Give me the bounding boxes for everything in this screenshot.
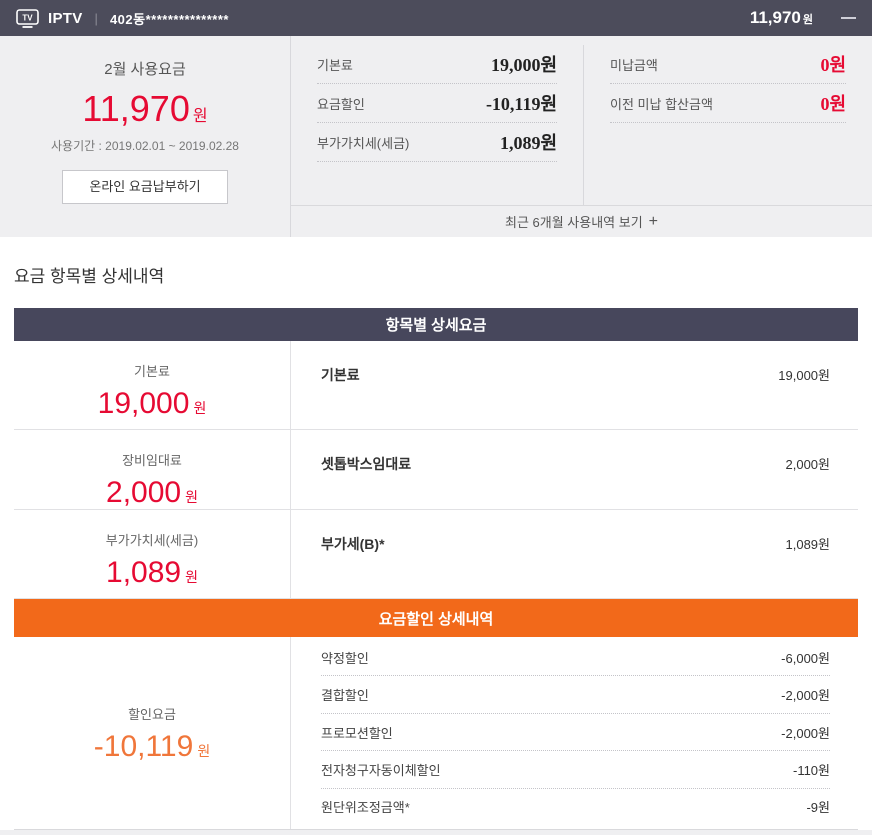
charge-amount-value: 2,000 <box>106 476 181 509</box>
discount-items-list: 약정할인 -6,000원 결합할인 -2,000원 프로모션할인 -2,000원… <box>290 637 858 829</box>
charge-amount-currency: 원 <box>193 400 206 416</box>
bill-detail-section: 요금 항목별 상세내역 항목별 상세요금 기본료 19,000원 기본료 19,… <box>0 237 872 830</box>
usage-summary-band: 2월 사용요금 11,970원 사용기간 : 2019.02.01 ~ 2019… <box>0 36 872 237</box>
plus-icon: + <box>649 214 658 230</box>
summary-row-label: 기본료 <box>317 55 353 74</box>
charge-category-cell: 부가가치세(세금) 1,089원 <box>14 510 290 598</box>
unpaid-summary-column: 미납금액 0원 이전 미납 합산금액 0원 <box>583 45 872 205</box>
summary-row: 이전 미납 합산금액 0원 <box>610 84 846 123</box>
discount-item-value: -110원 <box>793 760 830 779</box>
summary-row-label: 부가가치세(세금) <box>317 133 409 152</box>
monthly-total-panel: 2월 사용요금 11,970원 사용기간 : 2019.02.01 ~ 2019… <box>0 36 290 237</box>
monthly-amount-value: 11,970 <box>82 88 189 129</box>
charge-category-cell: 기본료 19,000원 <box>14 341 290 429</box>
table-row: 기본료 19,000원 기본료 19,000원 <box>14 341 858 430</box>
charge-category-label: 부가가치세(세금) <box>106 530 198 549</box>
topbar-divider: | <box>95 11 98 26</box>
charge-category-label: 기본료 <box>134 361 170 380</box>
account-number: 402동*************** <box>110 9 229 28</box>
discount-summary-label: 할인요금 <box>128 704 176 723</box>
topbar-total-currency: 원 <box>803 14 813 26</box>
summary-row-value: 1,089원 <box>500 129 557 155</box>
discount-item-name: 프로모션할인 <box>321 723 393 742</box>
summary-row: 부가가치세(세금) 1,089원 <box>317 123 557 162</box>
summary-row-label: 미납금액 <box>610 55 658 74</box>
topbar-total-amount: 11,970 <box>750 8 801 27</box>
collapse-minus-icon[interactable] <box>841 17 856 19</box>
charge-amount-currency: 원 <box>185 489 198 505</box>
discount-detail-header: 요금할인 상세내역 <box>14 599 858 637</box>
charge-item-cell: 셋톱박스임대료 2,000원 <box>290 430 858 509</box>
usage-period: 사용기간 : 2019.02.01 ~ 2019.02.28 <box>51 137 239 154</box>
iptv-bill-page: TV IPTV | 402동*************** 11,970원 2월… <box>0 0 872 835</box>
list-item: 약정할인 -6,000원 <box>321 639 830 676</box>
list-item: 원단위조정금액* -9원 <box>321 789 830 825</box>
summary-row: 미납금액 0원 <box>610 45 846 84</box>
table-row: 장비임대료 2,000원 셋톱박스임대료 2,000원 <box>14 430 858 510</box>
charge-amount-value: 1,089 <box>106 556 181 589</box>
tv-icon: TV <box>16 9 39 28</box>
charge-item-value: 19,000원 <box>778 365 830 384</box>
summary-columns: 기본료 19,000원 요금할인 -10,119원 부가가치세(세금) 1,08… <box>291 36 872 205</box>
monthly-amount-currency: 원 <box>193 108 208 125</box>
discount-item-name: 전자청구자동이체할인 <box>321 760 441 779</box>
month-title: 2월 사용요금 <box>104 58 186 79</box>
charge-category-amount: 19,000원 <box>98 389 207 419</box>
charge-detail-header: 항목별 상세요금 <box>14 308 858 341</box>
list-item: 결합할인 -2,000원 <box>321 676 830 713</box>
section-title: 요금 항목별 상세내역 <box>14 265 858 289</box>
discount-summary-cell: 할인요금 -10,119원 <box>14 637 290 829</box>
discount-item-value: -2,000원 <box>781 723 830 742</box>
list-item: 프로모션할인 -2,000원 <box>321 714 830 751</box>
charge-item-name: 셋톱박스임대료 <box>321 454 411 474</box>
charge-item-value: 1,089원 <box>786 534 831 553</box>
discount-item-value: -2,000원 <box>781 685 830 704</box>
summary-detail-panel: 기본료 19,000원 요금할인 -10,119원 부가가치세(세금) 1,08… <box>290 36 872 237</box>
history-link-label: 최근 6개월 사용내역 보기 <box>505 212 643 231</box>
monthly-amount: 11,970원 <box>82 89 207 129</box>
table-row: 부가가치세(세금) 1,089원 부가세(B)* 1,089원 <box>14 510 858 599</box>
history-link[interactable]: 최근 6개월 사용내역 보기 + <box>291 205 872 237</box>
topbar-total-group: 11,970원 <box>750 8 856 28</box>
service-label: IPTV <box>48 10 83 27</box>
online-pay-button[interactable]: 온라인 요금납부하기 <box>62 170 227 204</box>
list-item: 전자청구자동이체할인 -110원 <box>321 751 830 788</box>
summary-row-value: 0원 <box>820 90 846 116</box>
charge-amount-currency: 원 <box>185 569 198 585</box>
summary-row-value: -10,119원 <box>486 90 557 116</box>
charge-item-value: 2,000원 <box>786 454 831 473</box>
discount-summary-amount: -10,119원 <box>94 732 210 762</box>
discount-block: 할인요금 -10,119원 약정할인 -6,000원 결합할인 -2,000원 … <box>14 637 858 830</box>
summary-row-value: 0원 <box>820 51 846 77</box>
topbar: TV IPTV | 402동*************** 11,970원 <box>0 0 872 36</box>
svg-text:TV: TV <box>22 13 33 22</box>
summary-row-label: 이전 미납 합산금액 <box>610 94 713 113</box>
discount-item-name: 원단위조정금액* <box>321 797 410 816</box>
charge-category-amount: 2,000원 <box>106 478 198 508</box>
summary-row-value: 19,000원 <box>491 51 557 77</box>
topbar-total: 11,970원 <box>750 8 813 28</box>
charge-summary-column: 기본료 19,000원 요금할인 -10,119원 부가가치세(세금) 1,08… <box>291 45 583 205</box>
summary-row-label: 요금할인 <box>317 94 365 113</box>
charge-amount-value: 19,000 <box>98 387 190 420</box>
charge-category-cell: 장비임대료 2,000원 <box>14 430 290 509</box>
bottom-strip <box>0 830 872 835</box>
discount-item-value: -6,000원 <box>781 648 830 667</box>
charge-category-amount: 1,089원 <box>106 558 198 588</box>
summary-row: 요금할인 -10,119원 <box>317 84 557 123</box>
charge-category-label: 장비임대료 <box>122 450 182 469</box>
charge-item-cell: 부가세(B)* 1,089원 <box>290 510 858 598</box>
discount-item-name: 약정할인 <box>321 648 369 667</box>
charge-item-cell: 기본료 19,000원 <box>290 341 858 429</box>
discount-amount-value: -10,119 <box>94 730 194 763</box>
discount-item-name: 결합할인 <box>321 685 369 704</box>
discount-item-value: -9원 <box>806 797 830 816</box>
summary-row: 기본료 19,000원 <box>317 45 557 84</box>
discount-amount-currency: 원 <box>197 743 210 759</box>
charge-item-name: 부가세(B)* <box>321 534 385 554</box>
topbar-service-group: TV IPTV | 402동*************** <box>16 9 229 28</box>
charge-item-name: 기본료 <box>321 365 360 385</box>
